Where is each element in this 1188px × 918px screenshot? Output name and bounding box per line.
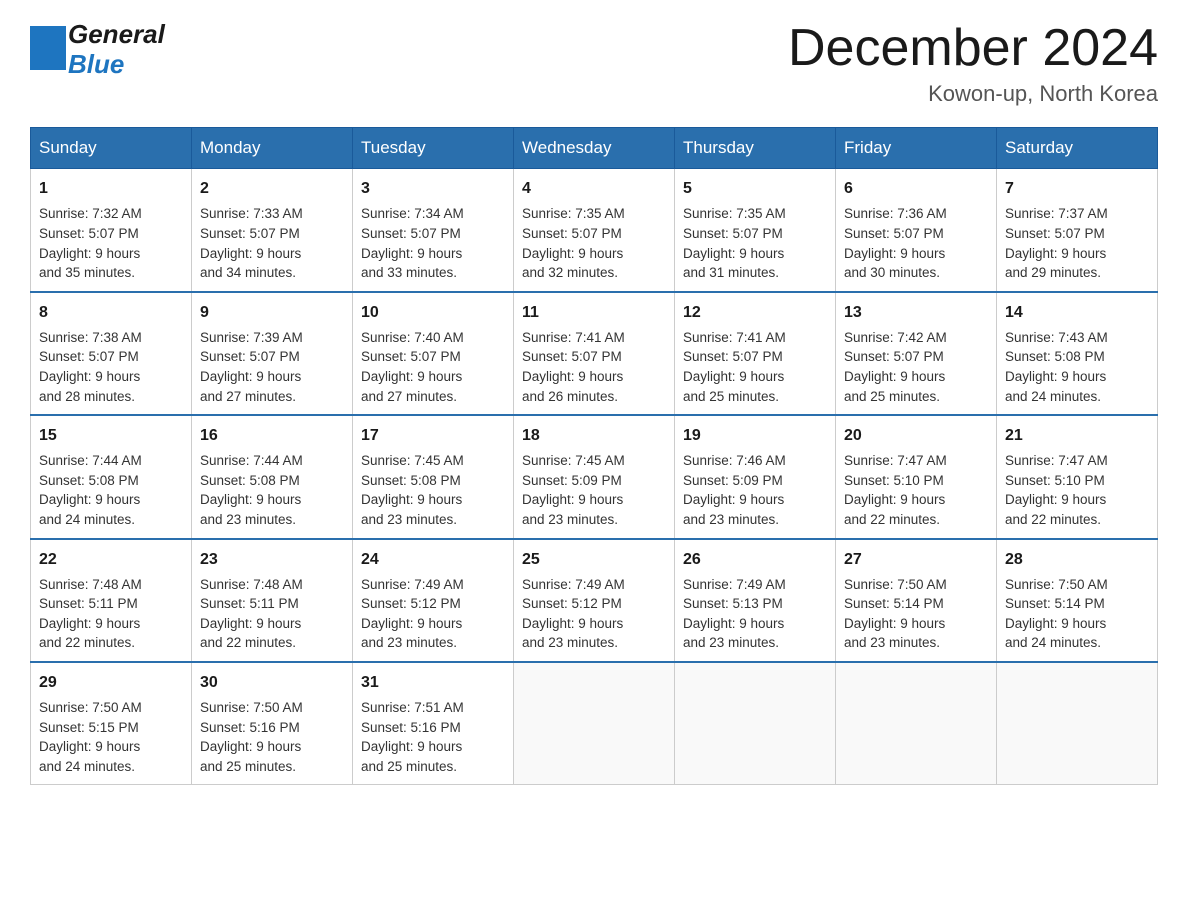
day-number: 21	[1005, 424, 1149, 447]
calendar-cell: 21Sunrise: 7:47 AMSunset: 5:10 PMDayligh…	[997, 415, 1158, 538]
day-number: 28	[1005, 548, 1149, 571]
calendar-cell: 25Sunrise: 7:49 AMSunset: 5:12 PMDayligh…	[514, 539, 675, 662]
day-number: 23	[200, 548, 344, 571]
day-number: 5	[683, 177, 827, 200]
day-number: 25	[522, 548, 666, 571]
calendar-week-row: 15Sunrise: 7:44 AMSunset: 5:08 PMDayligh…	[31, 415, 1158, 538]
calendar-header-row: SundayMondayTuesdayWednesdayThursdayFrid…	[31, 128, 1158, 169]
day-number: 10	[361, 301, 505, 324]
day-number: 3	[361, 177, 505, 200]
calendar-cell: 24Sunrise: 7:49 AMSunset: 5:12 PMDayligh…	[353, 539, 514, 662]
day-number: 16	[200, 424, 344, 447]
calendar-week-row: 29Sunrise: 7:50 AMSunset: 5:15 PMDayligh…	[31, 662, 1158, 785]
calendar-cell: 30Sunrise: 7:50 AMSunset: 5:16 PMDayligh…	[192, 662, 353, 785]
day-number: 19	[683, 424, 827, 447]
calendar-cell: 18Sunrise: 7:45 AMSunset: 5:09 PMDayligh…	[514, 415, 675, 538]
day-header-monday: Monday	[192, 128, 353, 169]
day-number: 29	[39, 671, 183, 694]
day-number: 12	[683, 301, 827, 324]
calendar-cell: 5Sunrise: 7:35 AMSunset: 5:07 PMDaylight…	[675, 169, 836, 292]
calendar-cell: 1Sunrise: 7:32 AMSunset: 5:07 PMDaylight…	[31, 169, 192, 292]
day-number: 15	[39, 424, 183, 447]
calendar-week-row: 8Sunrise: 7:38 AMSunset: 5:07 PMDaylight…	[31, 292, 1158, 415]
day-number: 9	[200, 301, 344, 324]
calendar-cell	[997, 662, 1158, 785]
day-header-saturday: Saturday	[997, 128, 1158, 169]
calendar-cell: 11Sunrise: 7:41 AMSunset: 5:07 PMDayligh…	[514, 292, 675, 415]
calendar-cell: 12Sunrise: 7:41 AMSunset: 5:07 PMDayligh…	[675, 292, 836, 415]
day-number: 22	[39, 548, 183, 571]
calendar-cell: 6Sunrise: 7:36 AMSunset: 5:07 PMDaylight…	[836, 169, 997, 292]
calendar-cell: 10Sunrise: 7:40 AMSunset: 5:07 PMDayligh…	[353, 292, 514, 415]
day-number: 27	[844, 548, 988, 571]
calendar-cell: 31Sunrise: 7:51 AMSunset: 5:16 PMDayligh…	[353, 662, 514, 785]
day-number: 24	[361, 548, 505, 571]
calendar-cell: 9Sunrise: 7:39 AMSunset: 5:07 PMDaylight…	[192, 292, 353, 415]
day-number: 13	[844, 301, 988, 324]
month-title: December 2024	[788, 20, 1158, 77]
page-header: General Blue December 2024 Kowon-up, Nor…	[30, 20, 1158, 107]
calendar-cell: 15Sunrise: 7:44 AMSunset: 5:08 PMDayligh…	[31, 415, 192, 538]
calendar-cell: 27Sunrise: 7:50 AMSunset: 5:14 PMDayligh…	[836, 539, 997, 662]
calendar-cell: 8Sunrise: 7:38 AMSunset: 5:07 PMDaylight…	[31, 292, 192, 415]
day-number: 31	[361, 671, 505, 694]
day-number: 18	[522, 424, 666, 447]
day-number: 2	[200, 177, 344, 200]
calendar-cell: 17Sunrise: 7:45 AMSunset: 5:08 PMDayligh…	[353, 415, 514, 538]
day-number: 6	[844, 177, 988, 200]
calendar-cell: 22Sunrise: 7:48 AMSunset: 5:11 PMDayligh…	[31, 539, 192, 662]
title-block: December 2024 Kowon-up, North Korea	[788, 20, 1158, 107]
day-number: 17	[361, 424, 505, 447]
calendar-cell	[514, 662, 675, 785]
day-number: 26	[683, 548, 827, 571]
calendar-cell: 26Sunrise: 7:49 AMSunset: 5:13 PMDayligh…	[675, 539, 836, 662]
day-number: 20	[844, 424, 988, 447]
calendar-cell	[675, 662, 836, 785]
calendar-table: SundayMondayTuesdayWednesdayThursdayFrid…	[30, 127, 1158, 785]
calendar-cell: 19Sunrise: 7:46 AMSunset: 5:09 PMDayligh…	[675, 415, 836, 538]
day-number: 14	[1005, 301, 1149, 324]
logo-icon	[30, 26, 66, 70]
day-number: 1	[39, 177, 183, 200]
day-number: 7	[1005, 177, 1149, 200]
calendar-cell: 16Sunrise: 7:44 AMSunset: 5:08 PMDayligh…	[192, 415, 353, 538]
logo: General Blue	[30, 20, 165, 80]
calendar-cell: 7Sunrise: 7:37 AMSunset: 5:07 PMDaylight…	[997, 169, 1158, 292]
day-header-sunday: Sunday	[31, 128, 192, 169]
logo-line2: Blue	[68, 50, 165, 80]
day-header-thursday: Thursday	[675, 128, 836, 169]
calendar-cell: 2Sunrise: 7:33 AMSunset: 5:07 PMDaylight…	[192, 169, 353, 292]
location: Kowon-up, North Korea	[788, 81, 1158, 107]
day-number: 4	[522, 177, 666, 200]
calendar-cell: 4Sunrise: 7:35 AMSunset: 5:07 PMDaylight…	[514, 169, 675, 292]
calendar-cell: 14Sunrise: 7:43 AMSunset: 5:08 PMDayligh…	[997, 292, 1158, 415]
calendar-cell: 20Sunrise: 7:47 AMSunset: 5:10 PMDayligh…	[836, 415, 997, 538]
day-header-friday: Friday	[836, 128, 997, 169]
calendar-cell: 13Sunrise: 7:42 AMSunset: 5:07 PMDayligh…	[836, 292, 997, 415]
calendar-week-row: 22Sunrise: 7:48 AMSunset: 5:11 PMDayligh…	[31, 539, 1158, 662]
day-header-wednesday: Wednesday	[514, 128, 675, 169]
day-number: 8	[39, 301, 183, 324]
calendar-cell: 23Sunrise: 7:48 AMSunset: 5:11 PMDayligh…	[192, 539, 353, 662]
calendar-cell: 29Sunrise: 7:50 AMSunset: 5:15 PMDayligh…	[31, 662, 192, 785]
calendar-cell	[836, 662, 997, 785]
calendar-cell: 28Sunrise: 7:50 AMSunset: 5:14 PMDayligh…	[997, 539, 1158, 662]
day-header-tuesday: Tuesday	[353, 128, 514, 169]
day-number: 11	[522, 301, 666, 324]
day-number: 30	[200, 671, 344, 694]
logo-line1: General	[68, 20, 165, 50]
calendar-week-row: 1Sunrise: 7:32 AMSunset: 5:07 PMDaylight…	[31, 169, 1158, 292]
calendar-cell: 3Sunrise: 7:34 AMSunset: 5:07 PMDaylight…	[353, 169, 514, 292]
